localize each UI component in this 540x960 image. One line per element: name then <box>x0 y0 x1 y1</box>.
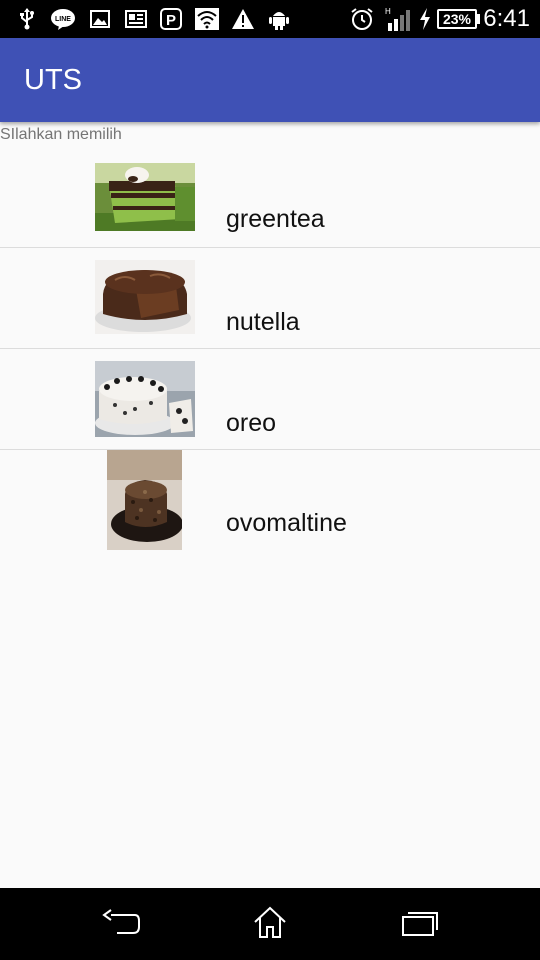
oreo-cake-image <box>95 361 195 437</box>
image-icon <box>89 8 111 30</box>
navigation-bar <box>0 888 540 960</box>
home-button[interactable] <box>245 904 295 944</box>
usb-icon <box>16 8 38 30</box>
status-bar: LINE P H 23% 6:41 <box>0 0 540 38</box>
item-label: greentea <box>226 205 325 233</box>
list-item-nutella[interactable]: nutella <box>0 248 540 349</box>
wifi-icon <box>195 8 219 30</box>
app-p-icon: P <box>160 8 182 30</box>
svg-text:LINE: LINE <box>55 16 71 23</box>
back-button[interactable] <box>96 904 146 944</box>
nutella-cake-image <box>95 260 195 334</box>
alarm-icon <box>350 8 374 30</box>
subtitle: SIlahkan memilih <box>0 126 122 143</box>
recents-button[interactable] <box>395 904 445 944</box>
battery-icon: 23% <box>437 9 477 29</box>
charging-icon <box>418 8 432 30</box>
list-item-greentea[interactable]: greentea <box>0 147 540 248</box>
item-label: oreo <box>226 409 277 437</box>
svg-text:P: P <box>166 12 176 29</box>
svg-text:H: H <box>385 7 391 16</box>
item-label: ovomaltine <box>226 509 347 537</box>
list-item-ovomaltine[interactable]: ovomaltine <box>0 450 540 555</box>
warning-icon <box>231 8 255 30</box>
news-icon <box>124 8 148 30</box>
list-item-oreo[interactable]: oreo <box>0 349 540 450</box>
line-app-icon: LINE <box>50 8 76 30</box>
ovomaltine-cake-image <box>107 450 182 550</box>
signal-icon: H <box>384 7 412 31</box>
android-icon <box>268 8 290 30</box>
item-label: nutella <box>226 308 300 336</box>
greentea-cake-image <box>95 163 195 231</box>
back-icon <box>101 907 141 942</box>
recents-icon <box>401 908 439 941</box>
battery-cap <box>477 14 480 24</box>
clock: 6:41 <box>483 5 530 32</box>
app-bar: UTS <box>0 38 540 122</box>
battery-level: 23% <box>442 11 472 27</box>
app-title: UTS <box>24 64 82 96</box>
home-icon <box>252 905 288 944</box>
